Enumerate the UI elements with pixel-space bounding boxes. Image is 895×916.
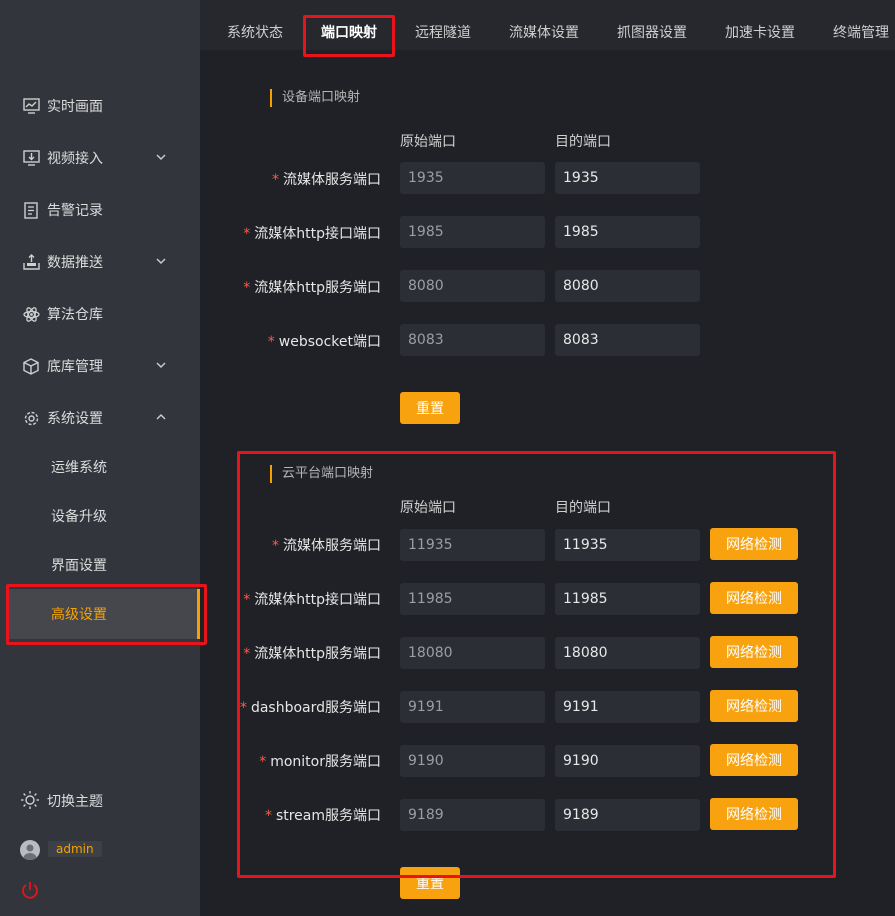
port-row-label: * 流媒体http服务端口 bbox=[243, 277, 381, 297]
required-asterisk: * bbox=[272, 538, 279, 554]
port-label-text: stream服务端口 bbox=[275, 808, 381, 824]
network-check-button[interactable]: 网络检测 bbox=[710, 690, 798, 722]
required-asterisk: * bbox=[243, 280, 251, 296]
port-row-label: * 流媒体服务端口 bbox=[272, 535, 381, 555]
port-row-label: * dashboard服务端口 bbox=[240, 697, 381, 717]
source-port-input[interactable]: 9189 bbox=[400, 799, 545, 831]
source-port-input[interactable]: 11935 bbox=[400, 529, 545, 561]
port-label-text: 流媒体服务端口 bbox=[283, 172, 381, 188]
port-row-label: * 流媒体http接口端口 bbox=[243, 589, 381, 609]
source-port-input[interactable]: 11985 bbox=[400, 583, 545, 615]
required-asterisk: * bbox=[239, 700, 247, 716]
network-check-button[interactable]: 网络检测 bbox=[710, 528, 798, 560]
port-label-text: 流媒体http服务端口 bbox=[254, 280, 381, 296]
required-asterisk: * bbox=[259, 754, 267, 770]
port-row-label: * stream服务端口 bbox=[265, 805, 381, 825]
port-label-text: websocket端口 bbox=[278, 334, 381, 350]
required-asterisk: * bbox=[243, 226, 251, 242]
port-label-text: 流媒体http接口端口 bbox=[254, 226, 381, 242]
port-label-text: 流媒体http接口端口 bbox=[254, 592, 381, 608]
required-asterisk: * bbox=[243, 646, 251, 662]
device-reset-button[interactable]: 重置 bbox=[400, 392, 460, 424]
destination-port-input[interactable]: 1935 bbox=[555, 162, 700, 194]
destination-port-input[interactable]: 8080 bbox=[555, 270, 700, 302]
network-check-button[interactable]: 网络检测 bbox=[710, 636, 798, 668]
source-port-input[interactable]: 1985 bbox=[400, 216, 545, 248]
port-label-text: monitor服务端口 bbox=[270, 754, 381, 770]
destination-port-input[interactable]: 11935 bbox=[555, 529, 700, 561]
port-row-label: * monitor服务端口 bbox=[259, 751, 381, 771]
network-check-button[interactable]: 网络检测 bbox=[710, 582, 798, 614]
destination-port-input[interactable]: 1985 bbox=[555, 216, 700, 248]
required-asterisk: * bbox=[267, 334, 275, 350]
source-port-input[interactable]: 9190 bbox=[400, 745, 545, 777]
source-port-input[interactable]: 9191 bbox=[400, 691, 545, 723]
cloud-reset-button[interactable]: 重置 bbox=[400, 867, 460, 899]
required-asterisk: * bbox=[264, 808, 272, 824]
column-header-source: 原始端口 bbox=[400, 500, 456, 516]
destination-port-input[interactable]: 9190 bbox=[555, 745, 700, 777]
column-header-source: 原始端口 bbox=[400, 134, 456, 150]
destination-port-input[interactable]: 9191 bbox=[555, 691, 700, 723]
destination-port-input[interactable]: 18080 bbox=[555, 637, 700, 669]
network-check-button[interactable]: 网络检测 bbox=[710, 744, 798, 776]
section-title-device: 设备端口映射 bbox=[270, 89, 360, 107]
network-check-button[interactable]: 网络检测 bbox=[710, 798, 798, 830]
port-row-label: * 流媒体服务端口 bbox=[272, 169, 381, 189]
column-header-destination: 目的端口 bbox=[555, 500, 611, 516]
port-label-text: 流媒体http服务端口 bbox=[254, 646, 381, 662]
required-asterisk: * bbox=[243, 592, 251, 608]
port-row-label: * 流媒体http服务端口 bbox=[243, 643, 381, 663]
port-row-label: * 流媒体http接口端口 bbox=[243, 223, 381, 243]
source-port-input[interactable]: 8083 bbox=[400, 324, 545, 356]
port-label-text: 流媒体服务端口 bbox=[283, 538, 381, 554]
main-content: 设备端口映射 原始端口 目的端口 * 流媒体服务端口 1935 1935 * 流媒体… bbox=[0, 0, 895, 916]
required-asterisk: * bbox=[272, 172, 279, 188]
column-header-destination: 目的端口 bbox=[555, 134, 611, 150]
destination-port-input[interactable]: 11985 bbox=[555, 583, 700, 615]
source-port-input[interactable]: 8080 bbox=[400, 270, 545, 302]
port-label-text: dashboard服务端口 bbox=[250, 700, 381, 716]
source-port-input[interactable]: 1935 bbox=[400, 162, 545, 194]
destination-port-input[interactable]: 8083 bbox=[555, 324, 700, 356]
port-row-label: * websocket端口 bbox=[268, 331, 381, 351]
destination-port-input[interactable]: 9189 bbox=[555, 799, 700, 831]
source-port-input[interactable]: 18080 bbox=[400, 637, 545, 669]
section-title-cloud: 云平台端口映射 bbox=[270, 465, 373, 483]
